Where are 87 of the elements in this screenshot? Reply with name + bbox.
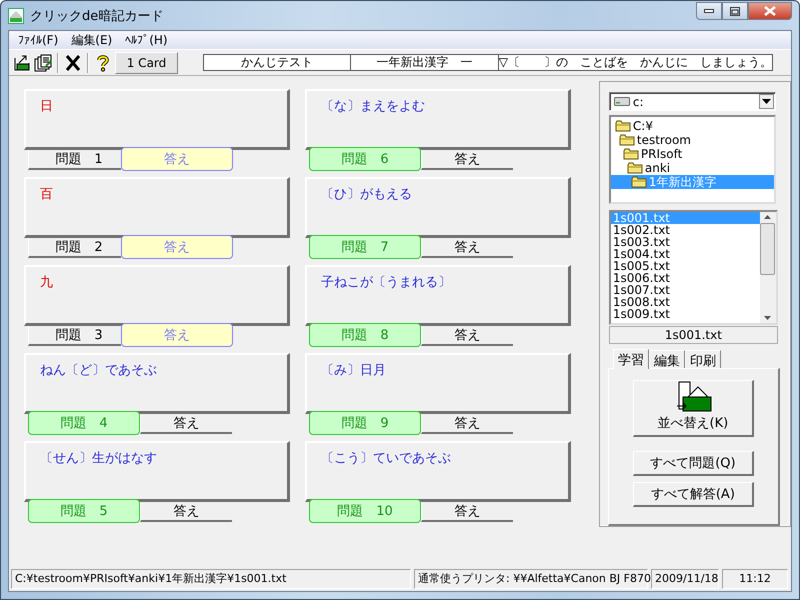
file-item[interactable]: 1s004.txt [610, 248, 760, 260]
answer-tab[interactable]: 答え [140, 414, 232, 434]
show-all-questions-button[interactable]: すべて問題(Q) [632, 451, 754, 476]
question-tab[interactable]: 問題 7 [309, 235, 421, 259]
file-item[interactable]: 1s007.txt [610, 284, 760, 296]
card-face[interactable]: 日 [24, 89, 290, 150]
file-item[interactable]: 1s008.txt [610, 296, 760, 308]
sort-button[interactable]: 並べ替え(K) [632, 380, 754, 437]
question-tab[interactable]: 問題 5 [28, 499, 140, 523]
card-face[interactable]: 〔こう〕ていであそぶ [305, 441, 571, 502]
card-count-button[interactable]: 1 Card [115, 52, 178, 74]
drive-dropdown[interactable]: c: [608, 92, 776, 111]
time-text: 11:12 [722, 569, 788, 589]
menu-item[interactable]: ﾌｧｲﾙ(F) [12, 33, 64, 47]
scroll-up-icon[interactable] [764, 215, 772, 219]
answer-tab[interactable]: 答え [421, 326, 513, 346]
file-path: C:¥testroom¥PRIsoft¥anki¥1年新出漢字¥1s001.txt [11, 569, 411, 589]
menu-item[interactable]: 編集(E) [65, 32, 118, 48]
card-face[interactable]: 〔み〕日月 [305, 353, 571, 414]
file-item[interactable]: 1s006.txt [610, 272, 760, 284]
question-tab[interactable]: 問題 3 [28, 326, 121, 346]
minimize-button[interactable] [696, 2, 722, 20]
show-all-answers-button[interactable]: すべて解答(A) [632, 482, 754, 507]
question-tab[interactable]: 問題 9 [309, 411, 421, 435]
date-text: 2009/11/18 [651, 569, 719, 589]
window-title: クリックde暗記カード [30, 8, 164, 24]
app-icon [8, 8, 24, 24]
card-text: 九 [40, 275, 53, 290]
answer-tab[interactable]: 答え [421, 414, 513, 434]
file-item[interactable]: 1s009.txt [610, 308, 760, 320]
dropdown-arrow-icon [762, 99, 771, 104]
minimize-icon [704, 9, 714, 13]
card-face[interactable]: 百 [24, 177, 290, 238]
card-text: 〔み〕日月 [321, 363, 386, 378]
card-text: 百 [40, 187, 53, 202]
folder-item[interactable]: C:¥ [610, 119, 774, 133]
panel-tab[interactable]: 学習 [612, 349, 649, 369]
folder-icon [626, 162, 644, 174]
scroll-down-icon[interactable] [764, 316, 772, 320]
answer-tab[interactable]: 答え [421, 238, 513, 258]
folder-item[interactable]: anki [610, 161, 774, 175]
cards-icon[interactable] [34, 54, 52, 72]
scrollbar-track[interactable] [760, 212, 776, 323]
folder-icon [630, 176, 648, 188]
card-text: 子ねこが〔うまれる〕 [321, 275, 451, 290]
card-face[interactable]: 〔せん〕生がはなす [24, 441, 290, 502]
folder-icon [618, 134, 636, 146]
card-text: 〔ひ〕がもえる [321, 187, 412, 202]
file-item[interactable]: 1s003.txt [610, 236, 760, 248]
question-tab[interactable]: 問題 8 [309, 323, 421, 347]
maximize-icon [730, 6, 740, 16]
folder-item[interactable]: testroom [610, 133, 774, 147]
answer-tab[interactable]: 答え [140, 502, 232, 522]
folder-item[interactable]: PRIsoft [610, 147, 774, 161]
card-face[interactable]: 子ねこが〔うまれる〕 [305, 265, 571, 326]
card-text: 〔せん〕生がはなす [40, 451, 157, 466]
close-icon [764, 6, 776, 16]
card-text: 〔こう〕ていであそぶ [321, 451, 451, 466]
card-text: 〔な〕まえをよむ [321, 99, 425, 114]
folder-icon [622, 148, 640, 160]
menu-item[interactable]: ﾍﾙﾌﾟ(H) [119, 33, 174, 47]
scroll-thumb[interactable] [760, 223, 776, 275]
file-item[interactable]: 1s002.txt [610, 224, 760, 236]
answer-tab[interactable]: 答え [421, 502, 513, 522]
card-face[interactable]: 九 [24, 265, 290, 326]
file-name-label: 1s001.txt [608, 326, 778, 344]
file-item[interactable]: 1s005.txt [610, 260, 760, 272]
question-tab[interactable]: 問題 6 [309, 147, 421, 171]
card-face[interactable]: 〔な〕まえをよむ [305, 89, 571, 150]
question-tab[interactable]: 問題 2 [28, 238, 121, 258]
card-face[interactable]: 〔ひ〕がもえる [305, 177, 571, 238]
answer-tab[interactable]: 答え [421, 150, 513, 170]
drive-icon [614, 97, 630, 106]
maximize-button[interactable] [722, 2, 748, 20]
open-file-icon[interactable] [13, 54, 31, 72]
printer-status: 通常使うプリンタ: ¥¥Alfetta¥Canon BJ F870 [414, 569, 648, 589]
question-tab[interactable]: 問題 1 [28, 150, 121, 170]
card-text: ねん〔ど〕であそぶ [40, 363, 157, 378]
question-tab[interactable]: 問題 4 [28, 411, 140, 435]
panel-tab[interactable]: 編集 [648, 350, 685, 368]
delete-icon[interactable] [64, 54, 82, 72]
close-button[interactable] [748, 2, 792, 20]
question-tab[interactable]: 問題 10 [309, 499, 421, 523]
panel-tab[interactable]: 印刷 [684, 350, 721, 368]
card-text: 日 [40, 99, 53, 114]
card-face[interactable]: ねん〔ど〕であそぶ [24, 353, 290, 414]
folder-icon [614, 120, 632, 132]
